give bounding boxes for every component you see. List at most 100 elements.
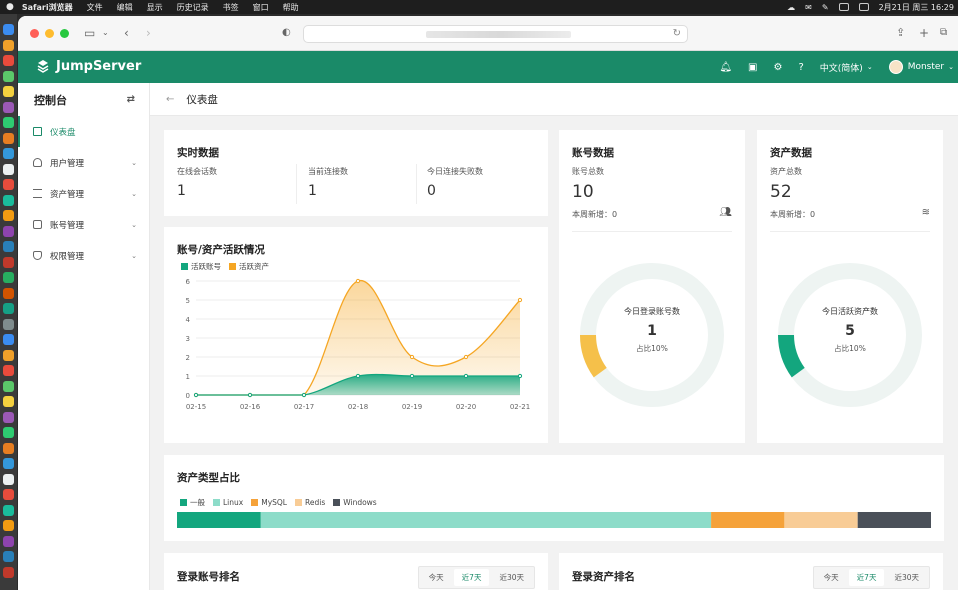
swap-icon[interactable]: ⇄: [127, 94, 135, 105]
dock-app-icon[interactable]: [3, 365, 14, 376]
assets-donut-center: 今日活跃资产数 5 占比10%: [757, 306, 943, 354]
apple-menu-icon[interactable]: ●: [6, 2, 14, 12]
dock-app-icon[interactable]: [3, 163, 14, 175]
dock-app-icon[interactable]: [3, 148, 14, 159]
legend-item-redis[interactable]: Redis: [294, 498, 325, 507]
zoom-window-button[interactable]: [60, 29, 69, 38]
wechat-icon[interactable]: ✉: [805, 3, 812, 12]
dock-app-icon[interactable]: [3, 489, 14, 500]
cloud-icon[interactable]: ☁: [787, 3, 795, 12]
legend-item-mysql[interactable]: MySQL: [251, 498, 287, 507]
dock-app-icon[interactable]: [3, 225, 14, 237]
dock-app-icon[interactable]: [3, 287, 14, 299]
login-account-rank-title: 登录账号排名: [177, 571, 240, 583]
brand-logo[interactable]: JumpServer: [35, 58, 141, 74]
reload-icon[interactable]: ↻: [673, 28, 681, 39]
legend-swatch: [294, 499, 302, 506]
menubar-item-history[interactable]: 历史记录: [177, 2, 209, 13]
tab-30-days[interactable]: 近30天: [491, 569, 532, 586]
menubar-status-area: ☁ ✉ ✎ 2月21日 周三 16:29: [787, 0, 954, 14]
sidebar-item-accounts[interactable]: 账号管理 ⌄: [18, 209, 149, 240]
language-select[interactable]: 中文(简体): [820, 61, 863, 74]
dock-app-icon[interactable]: [3, 411, 14, 423]
tab-today[interactable]: 今天: [421, 569, 452, 586]
dock-app-icon[interactable]: [3, 194, 14, 206]
avatar[interactable]: [888, 60, 903, 74]
dock-app-icon[interactable]: [3, 272, 14, 283]
tab-overview-icon[interactable]: ⧉: [940, 27, 947, 38]
menubar-datetime[interactable]: 2月21日 周三 16:29: [879, 2, 954, 13]
user-menu[interactable]: Monster: [908, 62, 944, 72]
privacy-shield-icon[interactable]: ◐: [282, 27, 291, 38]
control-center-icon[interactable]: [858, 3, 869, 11]
chevron-down-icon[interactable]: ⌄: [102, 28, 109, 37]
terminal-icon[interactable]: ▣: [748, 62, 757, 73]
dock-app-icon[interactable]: [3, 318, 14, 330]
input-method-icon[interactable]: [838, 3, 849, 11]
back-icon[interactable]: ‹: [124, 26, 129, 40]
dock-app-icon[interactable]: [3, 535, 14, 547]
menubar-item-file[interactable]: 文件: [87, 2, 103, 13]
dock-app-icon[interactable]: [3, 458, 14, 469]
gear-icon[interactable]: ⚙: [774, 62, 783, 73]
data-point: [409, 354, 415, 360]
divider: [296, 164, 297, 204]
bell-icon[interactable]: 🔔︎: [719, 62, 732, 73]
menubar-item-help[interactable]: 帮助: [283, 2, 299, 13]
chevron-down-icon[interactable]: ⌄: [867, 63, 873, 71]
dock-app-icon[interactable]: [3, 504, 14, 516]
dock-app-icon[interactable]: [3, 39, 14, 51]
x-tick-label: 02-19: [402, 403, 422, 411]
help-icon[interactable]: ?: [798, 62, 803, 73]
sidebar-item-users[interactable]: 用户管理 ⌄: [18, 147, 149, 178]
dock-app-icon[interactable]: [3, 349, 14, 361]
dock-app-icon[interactable]: [3, 101, 14, 113]
dock-app-icon[interactable]: [3, 24, 14, 35]
back-arrow-icon[interactable]: ←: [166, 94, 174, 105]
dock-app-icon[interactable]: [3, 256, 14, 268]
menubar-item-bookmarks[interactable]: 书签: [223, 2, 239, 13]
forward-icon[interactable]: ›: [146, 26, 151, 40]
dock-app-icon[interactable]: [3, 179, 14, 190]
pen-icon[interactable]: ✎: [822, 3, 829, 12]
dock-app-icon[interactable]: [3, 334, 14, 345]
sidebar-item-permissions[interactable]: 权限管理 ⌄: [18, 240, 149, 271]
dock-app-icon[interactable]: [3, 551, 14, 562]
dock-app-icon[interactable]: [3, 427, 14, 438]
dock-app-icon[interactable]: [3, 396, 14, 407]
legend-item-windows[interactable]: Windows: [333, 498, 377, 507]
tab-7-days[interactable]: 近7天: [848, 569, 885, 586]
sidebar-item-dashboard[interactable]: 仪表盘: [18, 116, 149, 147]
tab-today[interactable]: 今天: [816, 569, 847, 586]
tab-7-days[interactable]: 近7天: [453, 569, 490, 586]
close-window-button[interactable]: [30, 29, 39, 38]
legend-item-linux[interactable]: Linux: [213, 498, 243, 507]
dock-app-icon[interactable]: [3, 442, 14, 454]
menubar-app-name[interactable]: Safari浏览器: [22, 2, 73, 13]
dock-app-icon[interactable]: [3, 210, 14, 221]
chevron-down-icon[interactable]: ⌄: [948, 63, 954, 71]
dock-app-icon[interactable]: [3, 303, 14, 314]
menubar-item-window[interactable]: 窗口: [253, 2, 269, 13]
sidebar-item-assets[interactable]: 资产管理 ⌄: [18, 178, 149, 209]
dock-app-icon[interactable]: [3, 86, 14, 97]
dock-app-icon[interactable]: [3, 566, 14, 578]
dock-app-icon[interactable]: [3, 117, 14, 128]
menubar-item-edit[interactable]: 编辑: [117, 2, 133, 13]
dock-app-icon[interactable]: [3, 55, 14, 66]
tab-30-days[interactable]: 近30天: [886, 569, 927, 586]
sidebar-toggle-icon[interactable]: ▭: [84, 26, 95, 40]
dock-app-icon[interactable]: [3, 132, 14, 144]
new-tab-icon[interactable]: +: [919, 26, 929, 40]
dock-app-icon[interactable]: [3, 520, 14, 531]
menubar-item-view[interactable]: 显示: [147, 2, 163, 13]
dock-app-icon[interactable]: [3, 380, 14, 392]
dock-app-icon[interactable]: [3, 241, 14, 252]
minimize-window-button[interactable]: [45, 29, 54, 38]
legend-item-general[interactable]: 一般: [180, 497, 205, 508]
dock-app-icon[interactable]: [3, 473, 14, 485]
chevron-down-icon: ⌄: [131, 251, 137, 260]
dock-app-icon[interactable]: [3, 70, 14, 82]
address-bar[interactable]: ↻: [303, 25, 688, 43]
share-icon[interactable]: ⇪: [896, 26, 905, 39]
